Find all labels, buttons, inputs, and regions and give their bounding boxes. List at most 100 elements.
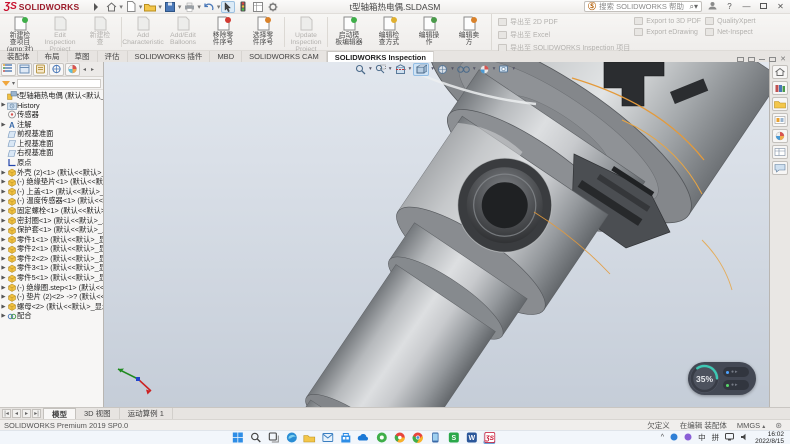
panel-arrow-right-icon[interactable]: ▸ <box>89 66 96 73</box>
expand-arrow-icon[interactable]: ▶ <box>0 102 7 108</box>
tree-item[interactable]: t型轴箱热电偶 (默认<默认_显示状态-1 <box>0 91 103 101</box>
taskbar-onedrive-icon[interactable] <box>357 432 369 444</box>
zoom-overlay[interactable]: 35% ●▸ ●▸ <box>688 362 756 395</box>
tray-chevron-icon[interactable]: ^ <box>661 434 664 441</box>
expand-arrow-icon[interactable]: ▶ <box>0 294 7 300</box>
taskbar-solidworks-icon[interactable]: ƷS <box>483 432 495 444</box>
tree-item[interactable]: ▶零件1<1> (默认<<默认>_显示状态 <box>0 235 103 245</box>
search-icon[interactable]: ⌕▾ <box>690 2 699 12</box>
tree-item[interactable]: ▶密封圈<1> (默认<<默认>_显示状 <box>0 216 103 226</box>
taskbar-task-view-icon[interactable] <box>267 432 279 444</box>
expand-arrow-icon[interactable]: ▶ <box>0 275 7 281</box>
expand-arrow-icon[interactable]: ▶ <box>0 285 7 291</box>
view-orientation-button[interactable] <box>413 63 429 76</box>
doc-tab-3D-视图[interactable]: 3D 视图 <box>76 408 120 419</box>
appearances-scenes-button[interactable] <box>772 129 788 143</box>
tree-item[interactable]: ▶外壳 (2)<1> (默认<<默认>_显示状 <box>0 168 103 178</box>
file-explorer-button[interactable] <box>772 97 788 111</box>
tree-item[interactable]: ▶零件2<1> (默认<<默认>_显示状 <box>0 245 103 255</box>
tree-item[interactable]: ▶保护套<1> (默认<<默认>_显示状 <box>0 225 103 235</box>
tree-item[interactable]: ▶(-) 温度传感器<1> (默认<<默认>_ <box>0 197 103 207</box>
expand-arrow-icon[interactable]: ▶ <box>0 246 7 252</box>
taskbar-word-icon[interactable]: W <box>465 432 477 444</box>
tree-item[interactable]: 前视基准面 <box>0 129 103 139</box>
tab-mbd[interactable]: MBD <box>210 51 242 62</box>
tree-item[interactable]: 右视基准面 <box>0 149 103 159</box>
tree-item[interactable]: ▶零件3<1> (默认<<默认>_显示状 <box>0 264 103 274</box>
tab-评估[interactable]: 评估 <box>98 51 128 62</box>
tree-item[interactable]: ▶固定螺栓<1> (默认<<默认>_显示 <box>0 206 103 216</box>
ribbon-button-new-inspection-project[interactable]: 新建检 查项目 (amp;对) <box>0 14 40 50</box>
display-manager-tab[interactable] <box>65 63 80 76</box>
tab-solidworks-inspection[interactable]: SOLIDWORKS Inspection <box>327 51 434 62</box>
filter-input[interactable] <box>17 79 101 88</box>
expand-arrow-icon[interactable]: ▶ <box>0 198 7 204</box>
tree-item[interactable]: ▶History <box>0 101 103 111</box>
tree-item[interactable]: 传感器 <box>0 110 103 120</box>
ribbon-button-select-balloons[interactable]: 选择零 件序号 <box>243 14 283 50</box>
expand-arrow-icon[interactable] <box>89 1 103 13</box>
design-library-button[interactable] <box>772 81 788 95</box>
view-settings-button[interactable] <box>497 63 510 76</box>
tray-app-blue-icon[interactable] <box>670 433 678 443</box>
tab-scroll-first-icon[interactable]: |◂ <box>2 409 11 418</box>
tab-草图[interactable]: 草图 <box>68 51 98 62</box>
expand-arrow-icon[interactable]: ▶ <box>0 256 7 262</box>
expand-arrow-icon[interactable]: ▶ <box>0 227 7 233</box>
help-button[interactable]: ? <box>723 2 736 11</box>
tray-app-purple-icon[interactable] <box>684 433 692 443</box>
expand-arrow-icon[interactable]: ▶ <box>0 265 7 271</box>
tree-item[interactable]: ▶(-) 上盖<1> (默认<<默认>_显示状 <box>0 187 103 197</box>
save-icon[interactable] <box>163 1 177 13</box>
home-icon[interactable] <box>104 1 118 13</box>
zoom-fit-button[interactable] <box>354 63 367 76</box>
expand-arrow-icon[interactable]: ▶ <box>0 304 7 310</box>
file-properties-icon[interactable] <box>251 1 265 13</box>
tree-item[interactable]: ▶零件5<1> (默认<<默认>_显示状 <box>0 273 103 283</box>
tab-scroll-last-icon[interactable]: ▸| <box>32 409 41 418</box>
zoom-area-button[interactable] <box>374 63 387 76</box>
minimize-button[interactable]: — <box>740 2 753 11</box>
close-button[interactable]: ✕ <box>774 2 787 11</box>
tree-item[interactable]: ▶配合 <box>0 312 103 322</box>
ribbon-button-edit-inspection-methods[interactable]: 编辑检 查方式 <box>369 14 409 50</box>
expand-arrow-icon[interactable]: ▶ <box>0 208 7 214</box>
taskbar-file-explorer-icon[interactable] <box>303 432 315 444</box>
tab-布局[interactable]: 布局 <box>38 51 68 62</box>
dimxpert-manager-tab[interactable] <box>49 63 64 76</box>
tab-scroll-left-icon[interactable]: ◂ <box>12 409 21 418</box>
open-document-icon[interactable] <box>143 1 157 13</box>
ribbon-button-edit-operations[interactable]: 编辑操 作 <box>409 14 449 50</box>
speaker-icon[interactable] <box>740 433 749 443</box>
ime-mode[interactable]: 拼 <box>712 432 720 443</box>
solidworks-forum-button[interactable] <box>772 161 788 175</box>
taskbar-wps-icon[interactable]: S <box>447 432 459 444</box>
expand-arrow-icon[interactable]: ▶ <box>0 313 7 319</box>
overlay-button-top[interactable]: ●▸ <box>723 367 749 377</box>
doc-minimize-icon[interactable] <box>759 59 765 60</box>
edit-appearance-button[interactable] <box>478 63 491 76</box>
tab-solidworks-插件[interactable]: SOLIDWORKS 插件 <box>128 51 211 62</box>
tree-item[interactable]: 原点 <box>0 158 103 168</box>
graphics-area[interactable]: ▾▾▾▾▾▾▾▾ 35% ●▸ <box>104 62 790 407</box>
tab-scroll-right-icon[interactable]: ▸ <box>22 409 31 418</box>
solidworks-resources-button[interactable] <box>772 65 788 79</box>
taskbar-app-color-icon[interactable] <box>393 432 405 444</box>
taskbar-mail-icon[interactable] <box>321 432 333 444</box>
tree-item[interactable]: ▶(-) 绝缘垫片<1> (默认<<默认>_显 <box>0 177 103 187</box>
expand-arrow-icon[interactable]: ▶ <box>0 189 7 195</box>
rebuild-icon[interactable] <box>236 1 250 13</box>
filter-funnel-icon[interactable] <box>2 81 10 86</box>
section-view-button[interactable] <box>394 63 407 76</box>
tab-solidworks-cam[interactable]: SOLIDWORKS CAM <box>242 51 327 62</box>
overlay-button-bottom[interactable]: ●▸ <box>723 380 749 390</box>
configuration-manager-tab[interactable] <box>33 63 48 76</box>
expand-arrow-icon[interactable]: ▶ <box>0 170 7 176</box>
display-icon[interactable] <box>725 433 734 443</box>
hide-show-items-button[interactable] <box>456 63 471 76</box>
taskbar-store-icon[interactable] <box>339 432 351 444</box>
expand-arrow-icon[interactable]: ▶ <box>0 179 7 185</box>
ribbon-button-launch-template-editor[interactable]: 启动模 板编辑器 <box>329 14 369 50</box>
new-document-icon[interactable] <box>124 1 138 13</box>
property-manager-tab[interactable] <box>17 63 32 76</box>
